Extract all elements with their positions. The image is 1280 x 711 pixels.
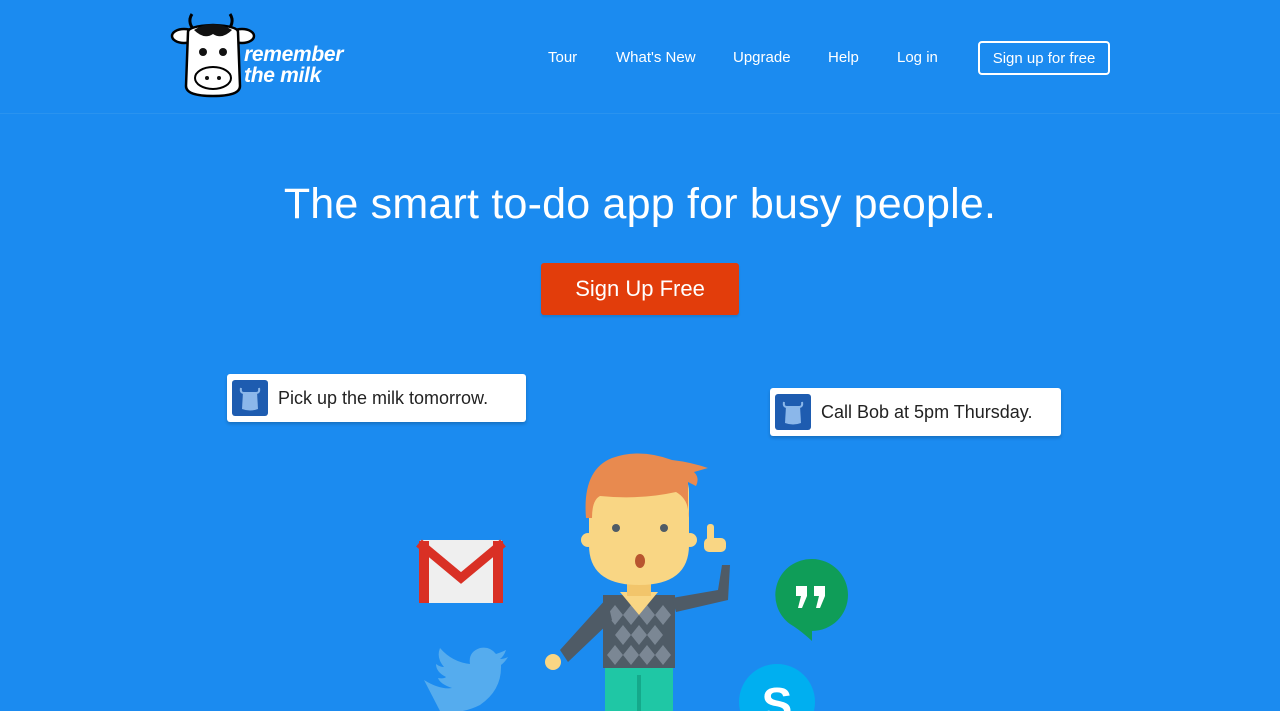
nav-tour[interactable]: Tour bbox=[548, 49, 577, 66]
person-illustration bbox=[545, 453, 730, 711]
notification-bubble: Call Bob at 5pm Thursday. bbox=[770, 388, 1061, 436]
notification-text: Pick up the milk tomorrow. bbox=[278, 387, 489, 408]
rtm-app-icon bbox=[775, 394, 811, 430]
gmail-icon bbox=[416, 539, 506, 603]
svg-text:S: S bbox=[762, 678, 793, 711]
hero-title: The smart to-do app for busy people. bbox=[283, 180, 997, 228]
nav-upgrade[interactable]: Upgrade bbox=[733, 49, 791, 66]
site-header: remember the milk Tour What's New Upgrad… bbox=[0, 0, 1280, 114]
twitter-icon bbox=[424, 647, 508, 711]
top-nav: Tour What's New Upgrade Help Log in Sign… bbox=[0, 41, 1280, 75]
google-hangouts-icon bbox=[775, 558, 848, 641]
rtm-app-icon bbox=[232, 380, 268, 416]
nav-help[interactable]: Help bbox=[828, 49, 859, 66]
nav-log-in[interactable]: Log in bbox=[897, 49, 938, 66]
sign-up-free-button[interactable]: Sign Up Free bbox=[541, 263, 739, 315]
notification-bubble: Pick up the milk tomorrow. bbox=[227, 374, 526, 422]
skype-icon: S bbox=[739, 664, 815, 711]
sign-up-for-free-button[interactable]: Sign up for free bbox=[978, 41, 1110, 75]
nav-whats-new[interactable]: What's New bbox=[616, 49, 696, 66]
notification-text: Call Bob at 5pm Thursday. bbox=[821, 401, 1033, 422]
